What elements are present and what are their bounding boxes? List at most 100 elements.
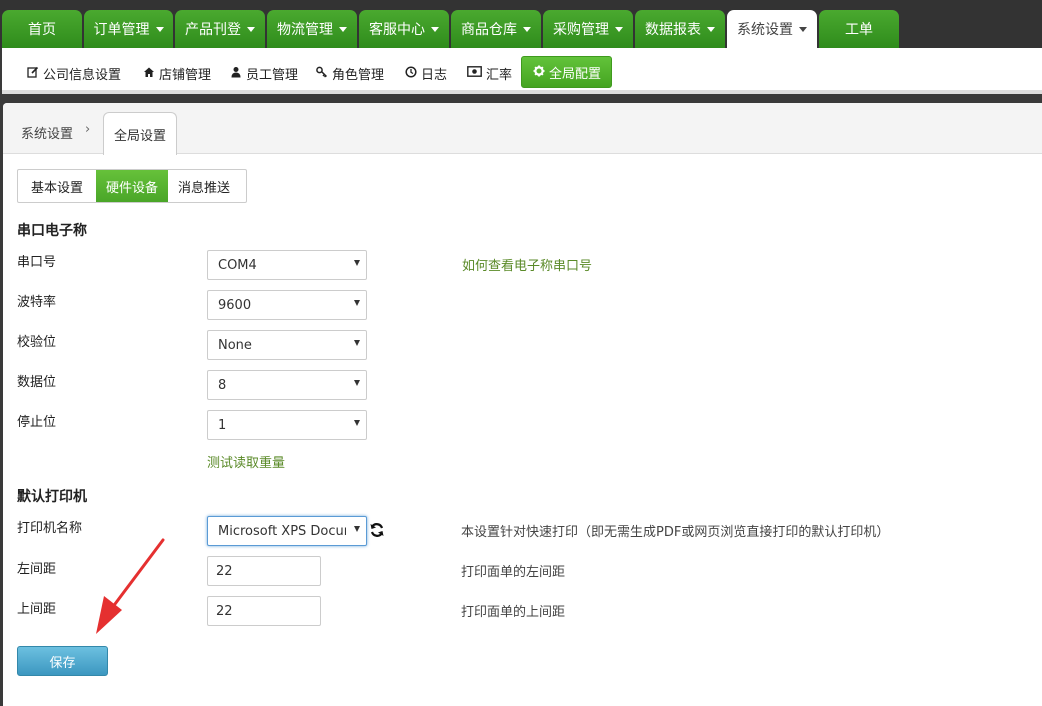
subnav-global-config-label: 全局配置 xyxy=(549,66,602,82)
chevron-down-icon xyxy=(431,26,439,32)
breadcrumb: 系统设置 › 全局设置 xyxy=(3,103,1042,155)
settings-subnav: 公司信息设置 店铺管理 员工管理 角色管理 日志 汇率 全局配置 xyxy=(2,48,1042,94)
printer-name-label: 打印机名称 xyxy=(17,521,83,536)
top-margin-label: 上间距 xyxy=(17,602,57,617)
subnav-staff-management[interactable]: 员工管理 xyxy=(229,58,298,88)
subnav-exchange-rate[interactable]: 汇率 xyxy=(465,58,512,88)
printer-select-value: Microsoft XPS Document Writer xyxy=(218,523,346,539)
nav-reports[interactable]: 数据报表 xyxy=(635,10,725,48)
printer-section-title: 默认打印机 xyxy=(17,489,87,505)
test-weight-link[interactable]: 测试读取重量 xyxy=(207,452,285,471)
chevron-down-icon xyxy=(155,26,164,32)
nav-warehouse[interactable]: 商品仓库 xyxy=(451,10,541,48)
nav-warehouse-label: 商品仓库 xyxy=(461,22,517,38)
user-icon xyxy=(229,66,243,81)
subnav-logs[interactable]: 日志 xyxy=(404,58,447,88)
tab-hardware[interactable]: 硬件设备 xyxy=(96,170,168,202)
parity-select-value: None xyxy=(218,337,252,353)
stopbits-select-value: 1 xyxy=(218,417,227,433)
baud-select[interactable]: 9600 xyxy=(207,290,367,320)
baud-label: 波特率 xyxy=(17,295,57,310)
money-icon xyxy=(465,66,483,80)
scale-port-help-link[interactable]: 如何查看电子称串口号 xyxy=(462,255,592,274)
nav-tickets-label: 工单 xyxy=(845,22,873,38)
caret-down-icon xyxy=(354,260,360,266)
breadcrumb-root[interactable]: 系统设置 xyxy=(21,123,73,142)
port-label: 串口号 xyxy=(17,255,57,270)
nav-logistics-label: 物流管理 xyxy=(277,22,333,38)
nav-customer-service[interactable]: 客服中心 xyxy=(359,10,449,48)
breadcrumb-current-label: 全局设置 xyxy=(113,128,166,144)
caret-down-icon xyxy=(354,380,360,386)
tab-push-messages-label: 消息推送 xyxy=(177,180,230,196)
gear-icon xyxy=(532,65,546,80)
subnav-company-info[interactable]: 公司信息设置 xyxy=(26,58,121,88)
subnav-logs-label: 日志 xyxy=(421,67,448,83)
subnav-staff-management-label: 员工管理 xyxy=(246,67,299,83)
databits-select-value: 8 xyxy=(218,377,227,393)
save-button[interactable]: 保存 xyxy=(17,646,108,676)
nav-purchasing-label: 采购管理 xyxy=(553,22,609,38)
chevron-down-icon xyxy=(523,26,531,32)
nav-system-settings-label: 系统设置 xyxy=(737,22,793,38)
port-select-value: COM4 xyxy=(218,257,257,273)
scale-section-title: 串口电子称 xyxy=(17,223,87,239)
chevron-down-icon xyxy=(339,26,347,32)
tab-push-messages[interactable]: 消息推送 xyxy=(168,170,240,202)
content-panel: 系统设置 › 全局设置 基本设置 硬件设备 消息推送 串口电子称 串口号 COM… xyxy=(3,103,1042,706)
chevron-down-icon xyxy=(799,26,807,32)
tab-basic-settings[interactable]: 基本设置 xyxy=(18,170,96,202)
nav-system-settings[interactable]: 系统设置 xyxy=(727,10,817,48)
databits-label: 数据位 xyxy=(17,375,57,390)
subnav-company-info-label: 公司信息设置 xyxy=(43,67,122,83)
printer-name-hint: 本设置针对快速打印（即无需生成PDF或网页浏览直接打印的默认打印机） xyxy=(461,525,890,540)
caret-down-icon xyxy=(354,300,360,306)
databits-select[interactable]: 8 xyxy=(207,370,367,400)
nav-logistics[interactable]: 物流管理 xyxy=(267,10,357,48)
port-select[interactable]: COM4 xyxy=(207,250,367,280)
nav-customer-service-label: 客服中心 xyxy=(369,22,425,38)
nav-listing[interactable]: 产品刊登 xyxy=(175,10,265,48)
nav-orders[interactable]: 订单管理 xyxy=(84,10,173,48)
chevron-right-icon: › xyxy=(85,122,91,137)
subnav-exchange-rate-label: 汇率 xyxy=(486,67,513,83)
subnav-global-config[interactable]: 全局配置 xyxy=(521,56,613,88)
top-navigation: 首页 订单管理 产品刊登 物流管理 客服中心 商品仓库 采购管理 数据报表 系统… xyxy=(0,0,1042,48)
refresh-icon[interactable] xyxy=(369,522,385,538)
nav-tickets[interactable]: 工单 xyxy=(819,10,899,48)
breadcrumb-current-tab[interactable]: 全局设置 xyxy=(103,112,177,155)
caret-down-icon xyxy=(354,420,360,426)
parity-select[interactable]: None xyxy=(207,330,367,360)
tab-basic-settings-label: 基本设置 xyxy=(30,180,83,196)
nav-purchasing[interactable]: 采购管理 xyxy=(543,10,633,48)
chevron-down-icon xyxy=(247,26,255,32)
subnav-shop-management[interactable]: 店铺管理 xyxy=(142,58,211,88)
subnav-shop-management-label: 店铺管理 xyxy=(159,67,212,83)
stopbits-select[interactable]: 1 xyxy=(207,410,367,440)
tab-hardware-label: 硬件设备 xyxy=(105,180,158,196)
left-margin-input[interactable] xyxy=(207,556,321,586)
nav-home-label: 首页 xyxy=(28,22,56,38)
settings-tabs: 基本设置 硬件设备 消息推送 xyxy=(17,169,247,203)
caret-down-icon xyxy=(354,526,360,532)
printer-select[interactable]: Microsoft XPS Document Writer xyxy=(207,516,367,546)
nav-reports-label: 数据报表 xyxy=(645,22,701,38)
left-margin-hint: 打印面单的左间距 xyxy=(461,565,566,580)
top-margin-hint: 打印面单的上间距 xyxy=(461,605,566,620)
chevron-down-icon xyxy=(707,26,715,32)
left-margin-label: 左间距 xyxy=(17,562,57,577)
clock-icon xyxy=(404,65,418,81)
key-icon xyxy=(315,66,329,81)
subnav-role-management[interactable]: 角色管理 xyxy=(315,58,384,88)
baud-select-value: 9600 xyxy=(218,297,252,313)
chevron-down-icon xyxy=(615,26,623,32)
stopbits-label: 停止位 xyxy=(17,415,57,430)
nav-listing-label: 产品刊登 xyxy=(185,22,241,38)
nav-home[interactable]: 首页 xyxy=(2,10,82,48)
nav-orders-label: 订单管理 xyxy=(93,22,150,38)
caret-down-icon xyxy=(354,340,360,346)
subnav-role-management-label: 角色管理 xyxy=(332,67,385,83)
top-margin-input[interactable] xyxy=(207,596,321,626)
parity-label: 校验位 xyxy=(17,335,57,350)
edit-icon xyxy=(26,66,40,81)
